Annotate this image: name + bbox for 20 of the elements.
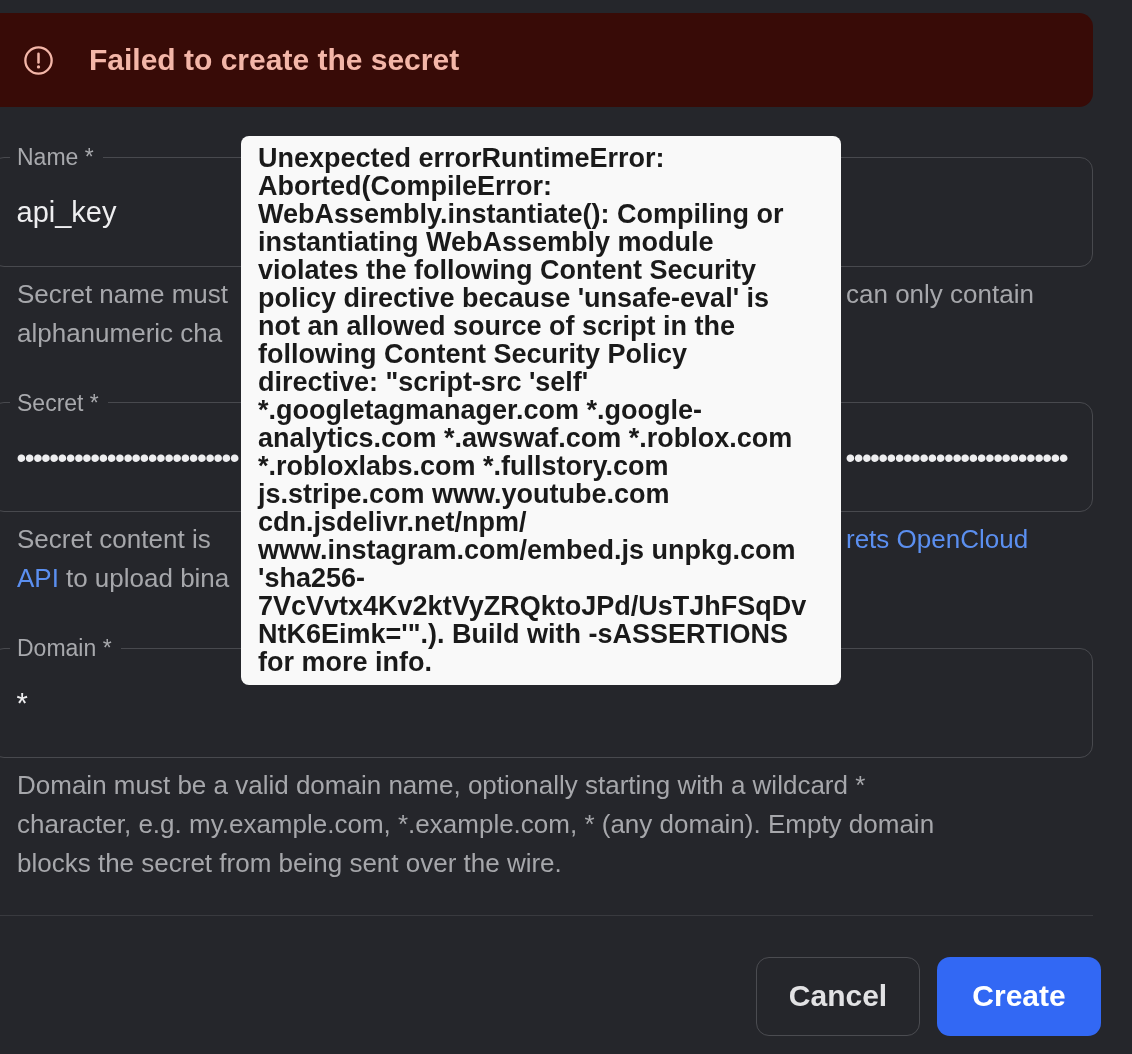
helper-text: Domain must be a valid domain name, optionally starting with a wildcard * character, e.g. my.example.com, *.example.com, * (any domain). Empty domain blocks the secret from being sent over the wire.: [16, 768, 936, 880]
field-label: Domain *: [16, 636, 113, 660]
helper-text: can only contain: [846, 277, 1034, 311]
masked-value: •••••••••••••••••••••••••••: [845, 441, 1067, 474]
link[interactable]: API: [17, 559, 59, 598]
secondary-button[interactable]: Cancel: [756, 956, 920, 1036]
primary-button[interactable]: Create: [937, 956, 1101, 1036]
field-value: *: [16, 686, 28, 720]
field-label: Secret *: [16, 390, 100, 415]
helper-text: alphanumeric cha: [17, 316, 223, 350]
helper-text: Secret name must: [17, 277, 228, 311]
field-value: api_key: [16, 195, 117, 229]
field-label: Name *: [16, 145, 95, 169]
helper-text: to upload bina: [65, 562, 230, 595]
error-message: Failed to create the secret: [89, 43, 460, 77]
masked-value: •••••••••••••••••••••••••••: [16, 441, 238, 474]
exclamation-circle-icon: [24, 45, 53, 75]
helper-text: Secret content is: [17, 523, 211, 556]
error-tooltip: Unexpected errorRuntimeError: Aborted(CompileError: WebAssembly.instantiate(): Compiling or instantiating WebAssembly module violates the following Content Security policy directive because 'unsafe-eval' is not an allowed source of script in the following Content Security Policy directive: "script-src 'self' *.googletagmanager.com *.google-analytics.com *.awswaf.com *.roblox.com *.robloxlabs.com *.fullstory.com js.stripe.com www.youtube.com cdn.jsdelivr.net/npm/ www.instagram.com/embed.js unpkg.com 'sha256-7VcVvtx4Kv2ktVyZRQktoJPd/UsTJhFSqDvNtK6Eimk='".). Build with -sASSERTIONS for more info.: [241, 136, 841, 685]
link[interactable]: rets OpenCloud: [846, 520, 1029, 559]
